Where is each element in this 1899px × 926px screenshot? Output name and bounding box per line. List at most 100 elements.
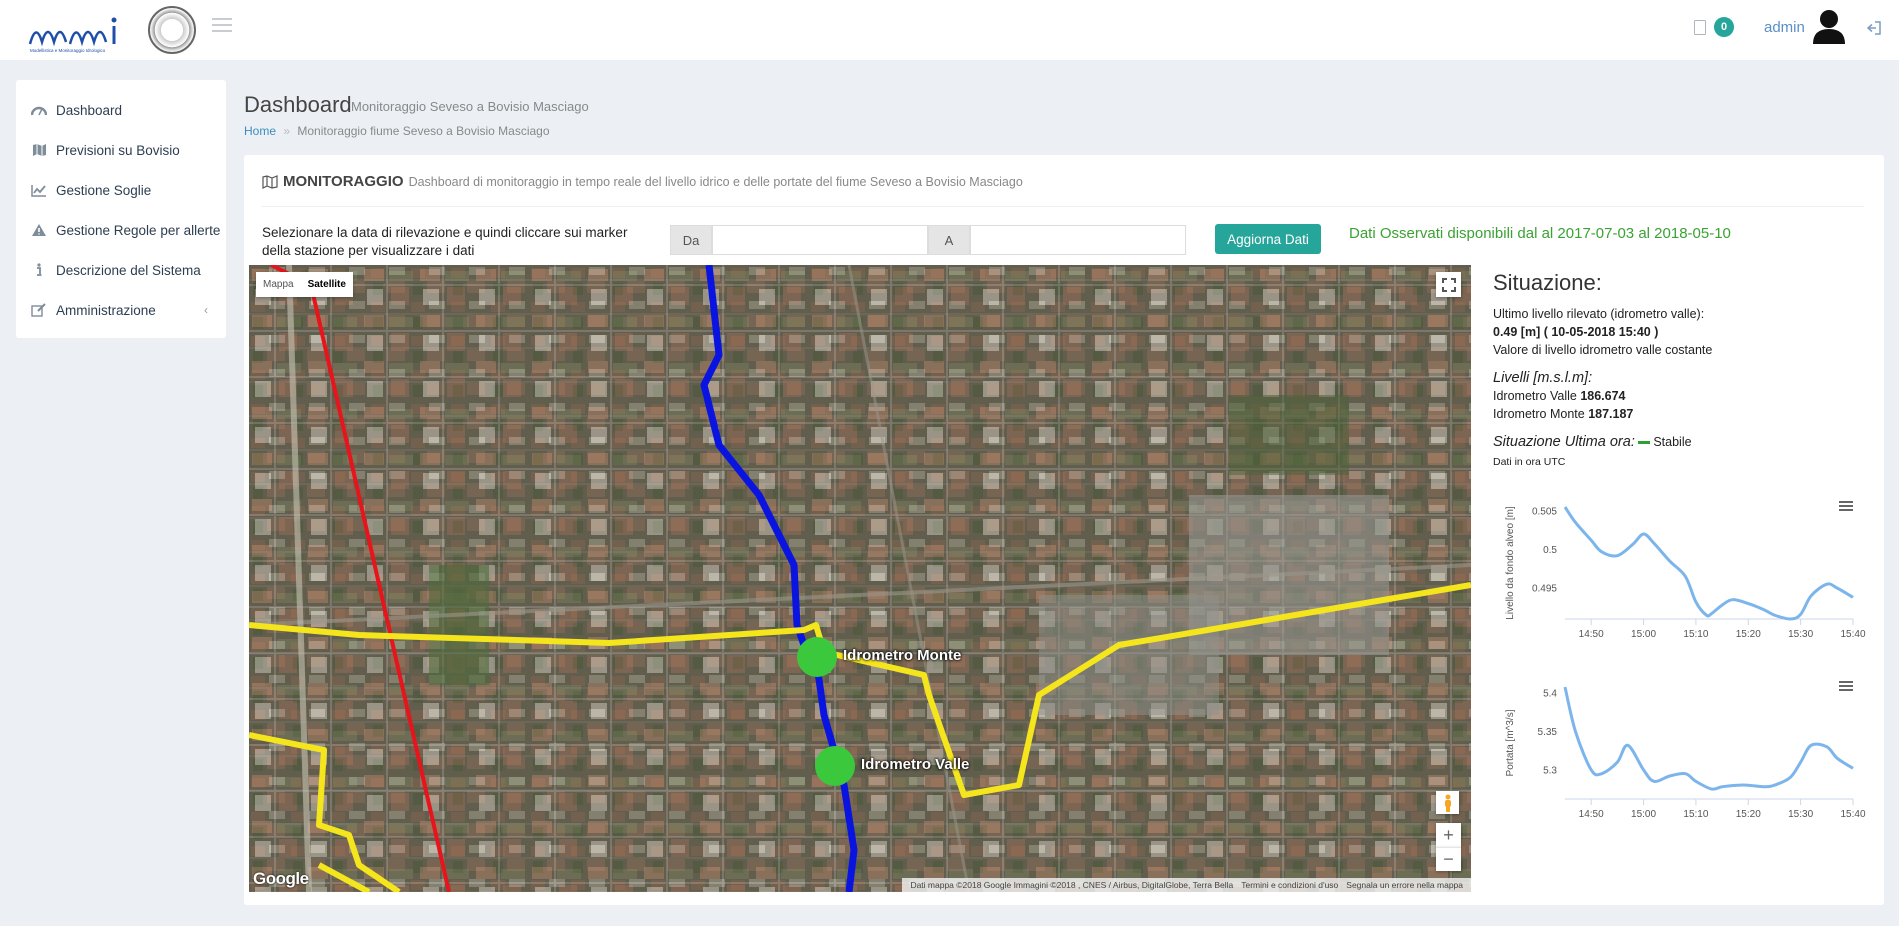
google-logo[interactable]: Google [253, 869, 309, 889]
user-avatar-icon[interactable] [1812, 8, 1846, 44]
y-tick-label: 5.4 [1543, 689, 1557, 700]
satellite-imagery [249, 265, 1471, 892]
breadcrumb-home-link[interactable]: Home [244, 124, 276, 138]
line-chart-icon [30, 182, 48, 198]
satellite-map[interactable]: Mappa Satellite + − Idrometro Monte Idro… [249, 265, 1471, 892]
utc-note: Dati in ora UTC [1493, 456, 1566, 468]
to-date-input[interactable] [970, 225, 1186, 255]
y-tick-label: 5.3 [1543, 765, 1557, 776]
edit-icon [30, 302, 48, 318]
valle-level: Idrometro Valle 186.674 [1493, 387, 1873, 405]
x-tick-label: 15:30 [1788, 629, 1813, 640]
map-attribution-text: Dati mappa ©2018 Google Immagini ©2018 ,… [910, 880, 1234, 890]
date-range-picker: Da A [670, 225, 1186, 255]
last-hour-title: Situazione Ultima ora: [1493, 434, 1635, 450]
valle-level-label: Idrometro Valle [1493, 389, 1581, 403]
x-tick-label: 15:00 [1631, 629, 1656, 640]
chart-menu-icon-bar [1839, 689, 1853, 691]
last-level-label: Ultimo livello rilevato (idrometro valle… [1493, 307, 1705, 321]
data-availability-text: Dati Osservati disponibili dal al 2017-0… [1349, 225, 1731, 242]
fullscreen-icon[interactable] [1436, 272, 1461, 297]
y-tick-label: 0.505 [1532, 506, 1557, 517]
chart-menu-icon[interactable] [1839, 681, 1853, 691]
top-navbar: Modellistica e Monitoraggio Idrologico 0… [0, 0, 1899, 60]
sidebar-item-descrizione[interactable]: Descrizione del Sistema [16, 250, 226, 290]
update-data-button[interactable]: Aggiorna Dati [1215, 224, 1321, 254]
report-error-link[interactable]: Segnala un errore nella mappa [1346, 880, 1463, 890]
chart-menu-icon-bar [1839, 509, 1853, 511]
sidebar-toggle-icon[interactable] [212, 18, 232, 34]
sidebar-item-regole[interactable]: Gestione Regole per allerte [16, 210, 226, 250]
breadcrumb-current: Monitoraggio fiume Seveso a Bovisio Masc… [297, 124, 550, 138]
box-title: MONITORAGGIO [283, 173, 404, 190]
sidebar: Dashboard Previsioni su Bovisio Gestione… [16, 80, 226, 338]
x-tick-label: 15:40 [1840, 809, 1865, 820]
notifications-document-icon[interactable] [1694, 20, 1706, 35]
marker-label-valle[interactable]: Idrometro Valle [861, 756, 969, 773]
map-outline-icon [262, 175, 278, 189]
sidebar-item-soglie[interactable]: Gestione Soglie [16, 170, 226, 210]
y-axis-label: Portata [m^3/s] [1505, 709, 1516, 776]
chevron-left-icon: ‹ [204, 303, 208, 317]
station-marker-valle[interactable] [815, 746, 855, 786]
x-tick-label: 15:00 [1631, 809, 1656, 820]
sidebar-item-label: Previsioni su Bovisio [56, 142, 180, 158]
logout-icon[interactable] [1866, 20, 1882, 36]
x-tick-label: 15:10 [1683, 809, 1708, 820]
x-tick-label: 15:40 [1840, 629, 1865, 640]
series-line [1563, 506, 1854, 621]
sidebar-item-label: Dashboard [56, 102, 123, 118]
station-marker-monte[interactable] [797, 637, 837, 677]
chart-menu-icon-bar [1839, 505, 1853, 507]
sidebar-item-label: Descrizione del Sistema [56, 262, 201, 278]
page-subtitle: Monitoraggio Seveso a Bovisio Masciago [351, 99, 589, 114]
warning-icon [30, 222, 48, 238]
stable-trend-icon [1638, 441, 1651, 445]
valle-level-value: 186.674 [1580, 389, 1626, 403]
series-line [1563, 686, 1854, 791]
x-tick-label: 15:20 [1736, 809, 1761, 820]
chart-menu-icon-bar [1839, 685, 1853, 687]
university-seal-logo [148, 6, 196, 54]
chart-menu-icon-bar [1839, 681, 1853, 683]
zoom-in-button[interactable]: + [1436, 823, 1461, 847]
x-tick-label: 14:50 [1579, 809, 1604, 820]
to-label: A [928, 225, 970, 255]
box-header: MONITORAGGIO Dashboard di monitoraggio i… [262, 173, 1864, 207]
map-type-control: Mappa Satellite [256, 272, 353, 297]
map-type-mappa-button[interactable]: Mappa [256, 272, 301, 297]
situation-panel: Situazione: Ultimo livello rilevato (idr… [1493, 265, 1873, 820]
sidebar-item-previsioni[interactable]: Previsioni su Bovisio [16, 130, 226, 170]
sidebar-item-amministrazione[interactable]: Amministrazione ‹ [16, 290, 226, 330]
x-tick-label: 14:50 [1579, 629, 1604, 640]
last-hour-status: Situazione Ultima ora: Stabile [1493, 433, 1873, 451]
y-tick-label: 0.5 [1543, 545, 1557, 556]
last-hour-status-value: Stabile [1653, 435, 1692, 449]
street-view-pegman-icon[interactable] [1436, 791, 1459, 814]
situation-title: Situazione: [1493, 270, 1602, 295]
levels-title: Livelli [m.s.l.m]: [1493, 370, 1593, 386]
notification-count-badge[interactable]: 0 [1714, 17, 1734, 37]
map-type-satellite-button[interactable]: Satellite [301, 272, 353, 297]
page-title: Dashboard [244, 92, 352, 117]
x-tick-label: 15:20 [1736, 629, 1761, 640]
from-date-input[interactable] [712, 225, 928, 255]
map-attribution-bar: Dati mappa ©2018 Google Immagini ©2018 ,… [902, 878, 1471, 892]
sidebar-item-label: Amministrazione [56, 302, 156, 318]
zoom-out-button[interactable]: − [1436, 847, 1461, 871]
sidebar-item-label: Gestione Soglie [56, 182, 152, 198]
sidebar-item-dashboard[interactable]: Dashboard [16, 90, 226, 130]
y-tick-label: 0.495 [1532, 584, 1557, 595]
mmi-logo[interactable]: Modellistica e Monitoraggio Idrologico [28, 14, 124, 54]
y-axis-label: Livello da fondo alveo [m] [1505, 506, 1516, 620]
terms-link[interactable]: Termini e condizioni d'uso [1241, 880, 1338, 890]
level-note: Valore di livello idrometro valle costan… [1493, 343, 1713, 357]
instructions-text: Selezionare la data di rilevazione e qui… [262, 225, 628, 258]
from-label: Da [670, 225, 712, 255]
chart-menu-icon[interactable] [1839, 501, 1853, 511]
map-icon [30, 142, 48, 158]
monte-level: Idrometro Monte 187.187 [1493, 405, 1873, 423]
user-name[interactable]: admin [1764, 19, 1805, 36]
marker-label-monte[interactable]: Idrometro Monte [843, 647, 961, 664]
last-level-value: 0.49 [m] ( 10-05-2018 15:40 ) [1493, 325, 1659, 339]
